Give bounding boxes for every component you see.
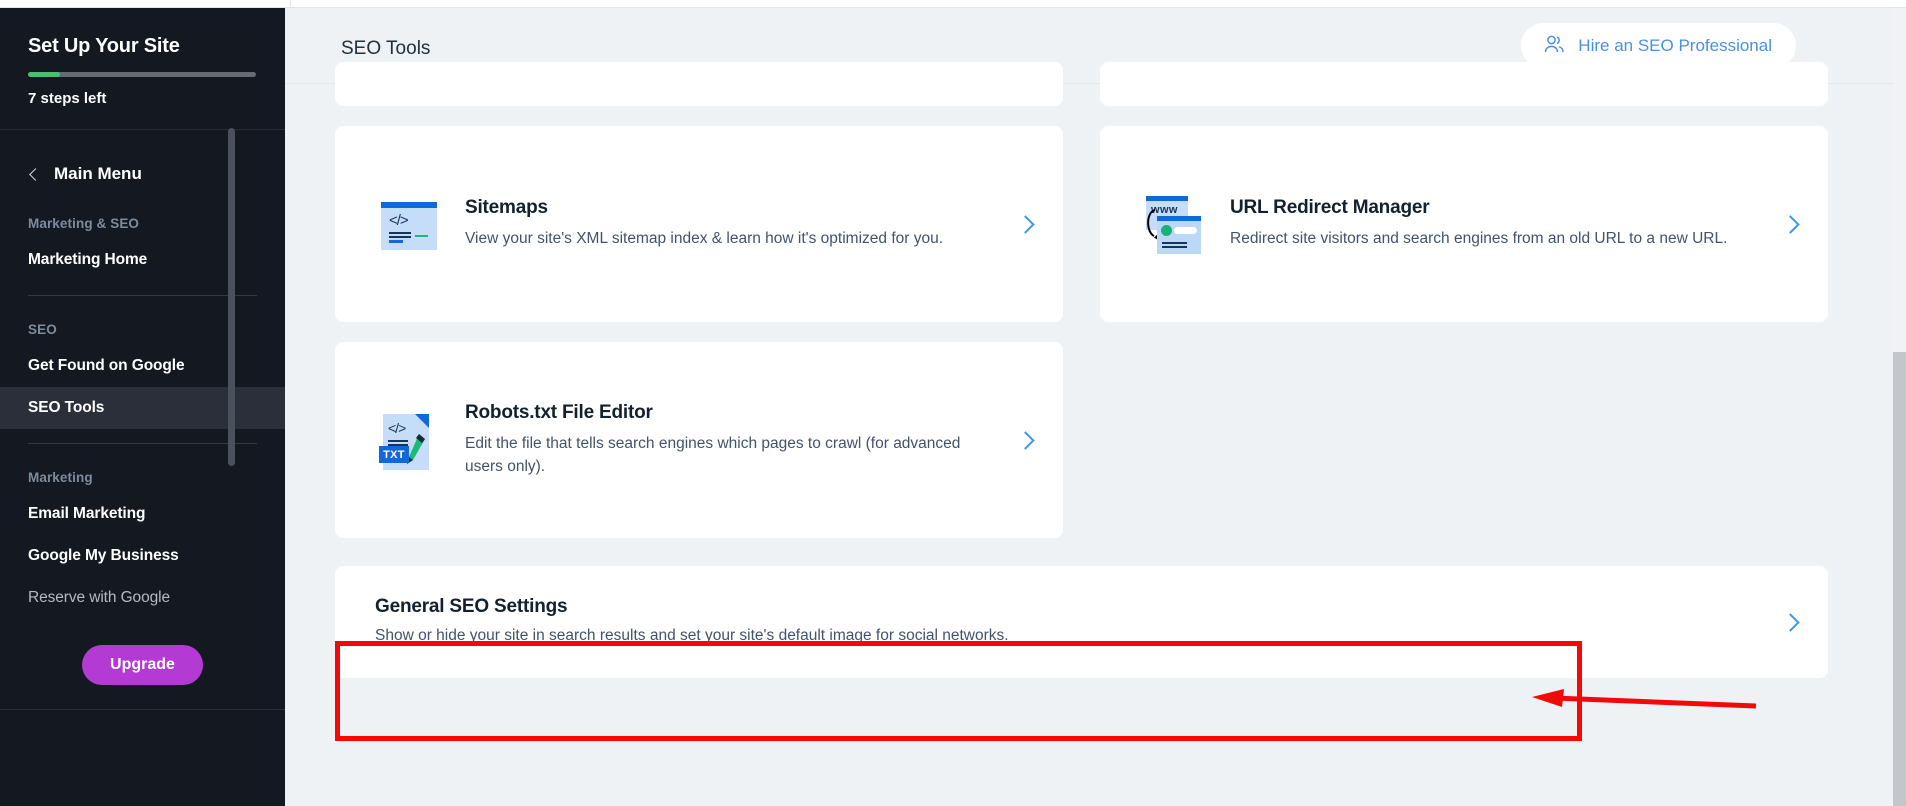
sidebar-nav: Main Menu Marketing & SEO Marketing Home…: [0, 130, 285, 710]
sidebar-item-email-marketing[interactable]: Email Marketing: [0, 493, 285, 535]
sidebar-divider-1: [28, 295, 257, 296]
card-description-robots-txt-file-editor: Edit the file that tells search engines …: [465, 435, 961, 475]
card-robots-txt-file-editor[interactable]: </> TXT Robots.txt File Editor Edit the …: [335, 342, 1063, 538]
card-text-sitemaps: Sitemaps View your site's XML sitemap in…: [465, 197, 1005, 250]
card-general-seo-settings[interactable]: General SEO Settings Show or hide your s…: [335, 566, 1828, 678]
url-redirect-windows-icon: www: [1140, 188, 1212, 260]
card-chevron-sitemaps[interactable]: [1005, 214, 1063, 234]
hire-seo-professional-label: Hire an SEO Professional: [1578, 35, 1772, 55]
card-description-sitemaps: View your site's XML sitemap index & lea…: [465, 230, 944, 248]
robots-txt-document-pencil-icon: </> TXT: [375, 404, 447, 476]
sidebar-divider-2: [28, 443, 257, 444]
sidebar-scrollbar-thumb[interactable]: [228, 128, 235, 466]
card-chevron-general-seo-settings[interactable]: [1770, 612, 1828, 632]
sidebar-section-marketing-and-seo: Marketing & SEO: [28, 216, 140, 231]
chrome-bottom-border: [0, 0, 1906, 8]
upgrade-button[interactable]: Upgrade: [82, 645, 203, 685]
partial-card-above-right[interactable]: [1100, 62, 1828, 106]
cards-scroll-region: </> Sitemaps View your site's XML sitema…: [285, 62, 1906, 805]
card-text-robots-txt-file-editor: Robots.txt File Editor Edit the file tha…: [465, 402, 1005, 478]
chevron-right-icon: [1015, 430, 1035, 450]
browser-chrome-strip: [0, 0, 1906, 8]
sidebar-item-reserve-with-google[interactable]: Reserve with Google: [0, 577, 285, 619]
setup-title: Set Up Your Site: [28, 35, 180, 57]
sidebar-bottom-divider: [0, 709, 285, 710]
card-sitemaps[interactable]: </> Sitemaps View your site's XML sitema…: [335, 126, 1063, 322]
sidebar-item-marketing-home[interactable]: Marketing Home: [0, 239, 285, 281]
chevron-right-icon: [1780, 612, 1800, 632]
card-title-url-redirect-manager: URL Redirect Manager: [1230, 197, 1430, 219]
card-title-general-seo-settings: General SEO Settings: [375, 596, 568, 618]
sitemap-code-document-icon: </>: [375, 188, 447, 260]
sidebar-item-get-found-on-google[interactable]: Get Found on Google: [0, 345, 285, 387]
card-chevron-url-redirect-manager[interactable]: [1770, 214, 1828, 234]
page-title: SEO Tools: [341, 38, 431, 59]
card-description-url-redirect-manager: Redirect site visitors and search engine…: [1230, 230, 1728, 248]
upgrade-button-container: Upgrade: [0, 619, 285, 709]
chevron-right-icon: [1780, 214, 1800, 234]
sidebar-section-marketing: Marketing: [28, 470, 93, 485]
setup-your-site-panel[interactable]: Set Up Your Site 7 steps left: [0, 8, 285, 130]
main-content: SEO Tools Hire an SEO Professional </> S…: [285, 8, 1906, 806]
partial-card-above-left[interactable]: [335, 62, 1063, 106]
card-description-general-seo-settings: Show or hide your site in search results…: [375, 627, 1009, 645]
chevron-right-icon: [1015, 214, 1035, 234]
card-title-sitemaps: Sitemaps: [465, 197, 548, 219]
card-title-robots-txt-file-editor: Robots.txt File Editor: [465, 402, 653, 424]
setup-progress-bar: [28, 72, 256, 77]
setup-steps-left: 7 steps left: [28, 90, 107, 107]
chevron-left-icon: [29, 167, 42, 181]
sidebar-section-seo: SEO: [28, 322, 57, 337]
chrome-tab-edge: [290, 0, 291, 8]
page-scrollbar-thumb[interactable]: [1893, 352, 1906, 806]
card-text-url-redirect-manager: URL Redirect Manager Redirect site visit…: [1230, 197, 1770, 250]
users-icon: [1543, 34, 1565, 57]
card-text-general-seo-settings: General SEO Settings Show or hide your s…: [335, 596, 1770, 647]
sidebar-item-seo-tools[interactable]: SEO Tools: [0, 387, 285, 429]
card-url-redirect-manager[interactable]: www URL Redirect Manager Redirect site v…: [1100, 126, 1828, 322]
app-root: Set Up Your Site 7 steps left Main Menu …: [0, 0, 1906, 806]
card-chevron-robots-txt-file-editor[interactable]: [1005, 430, 1063, 450]
sidebar-item-google-my-business[interactable]: Google My Business: [0, 535, 285, 577]
robots-icon-txt-badge: TXT: [379, 446, 409, 463]
sidebar-item-main-menu[interactable]: Main Menu: [0, 152, 285, 196]
setup-progress-fill: [28, 72, 60, 77]
main-menu-label: Main Menu: [54, 164, 142, 183]
sidebar: Set Up Your Site 7 steps left Main Menu …: [0, 8, 285, 806]
